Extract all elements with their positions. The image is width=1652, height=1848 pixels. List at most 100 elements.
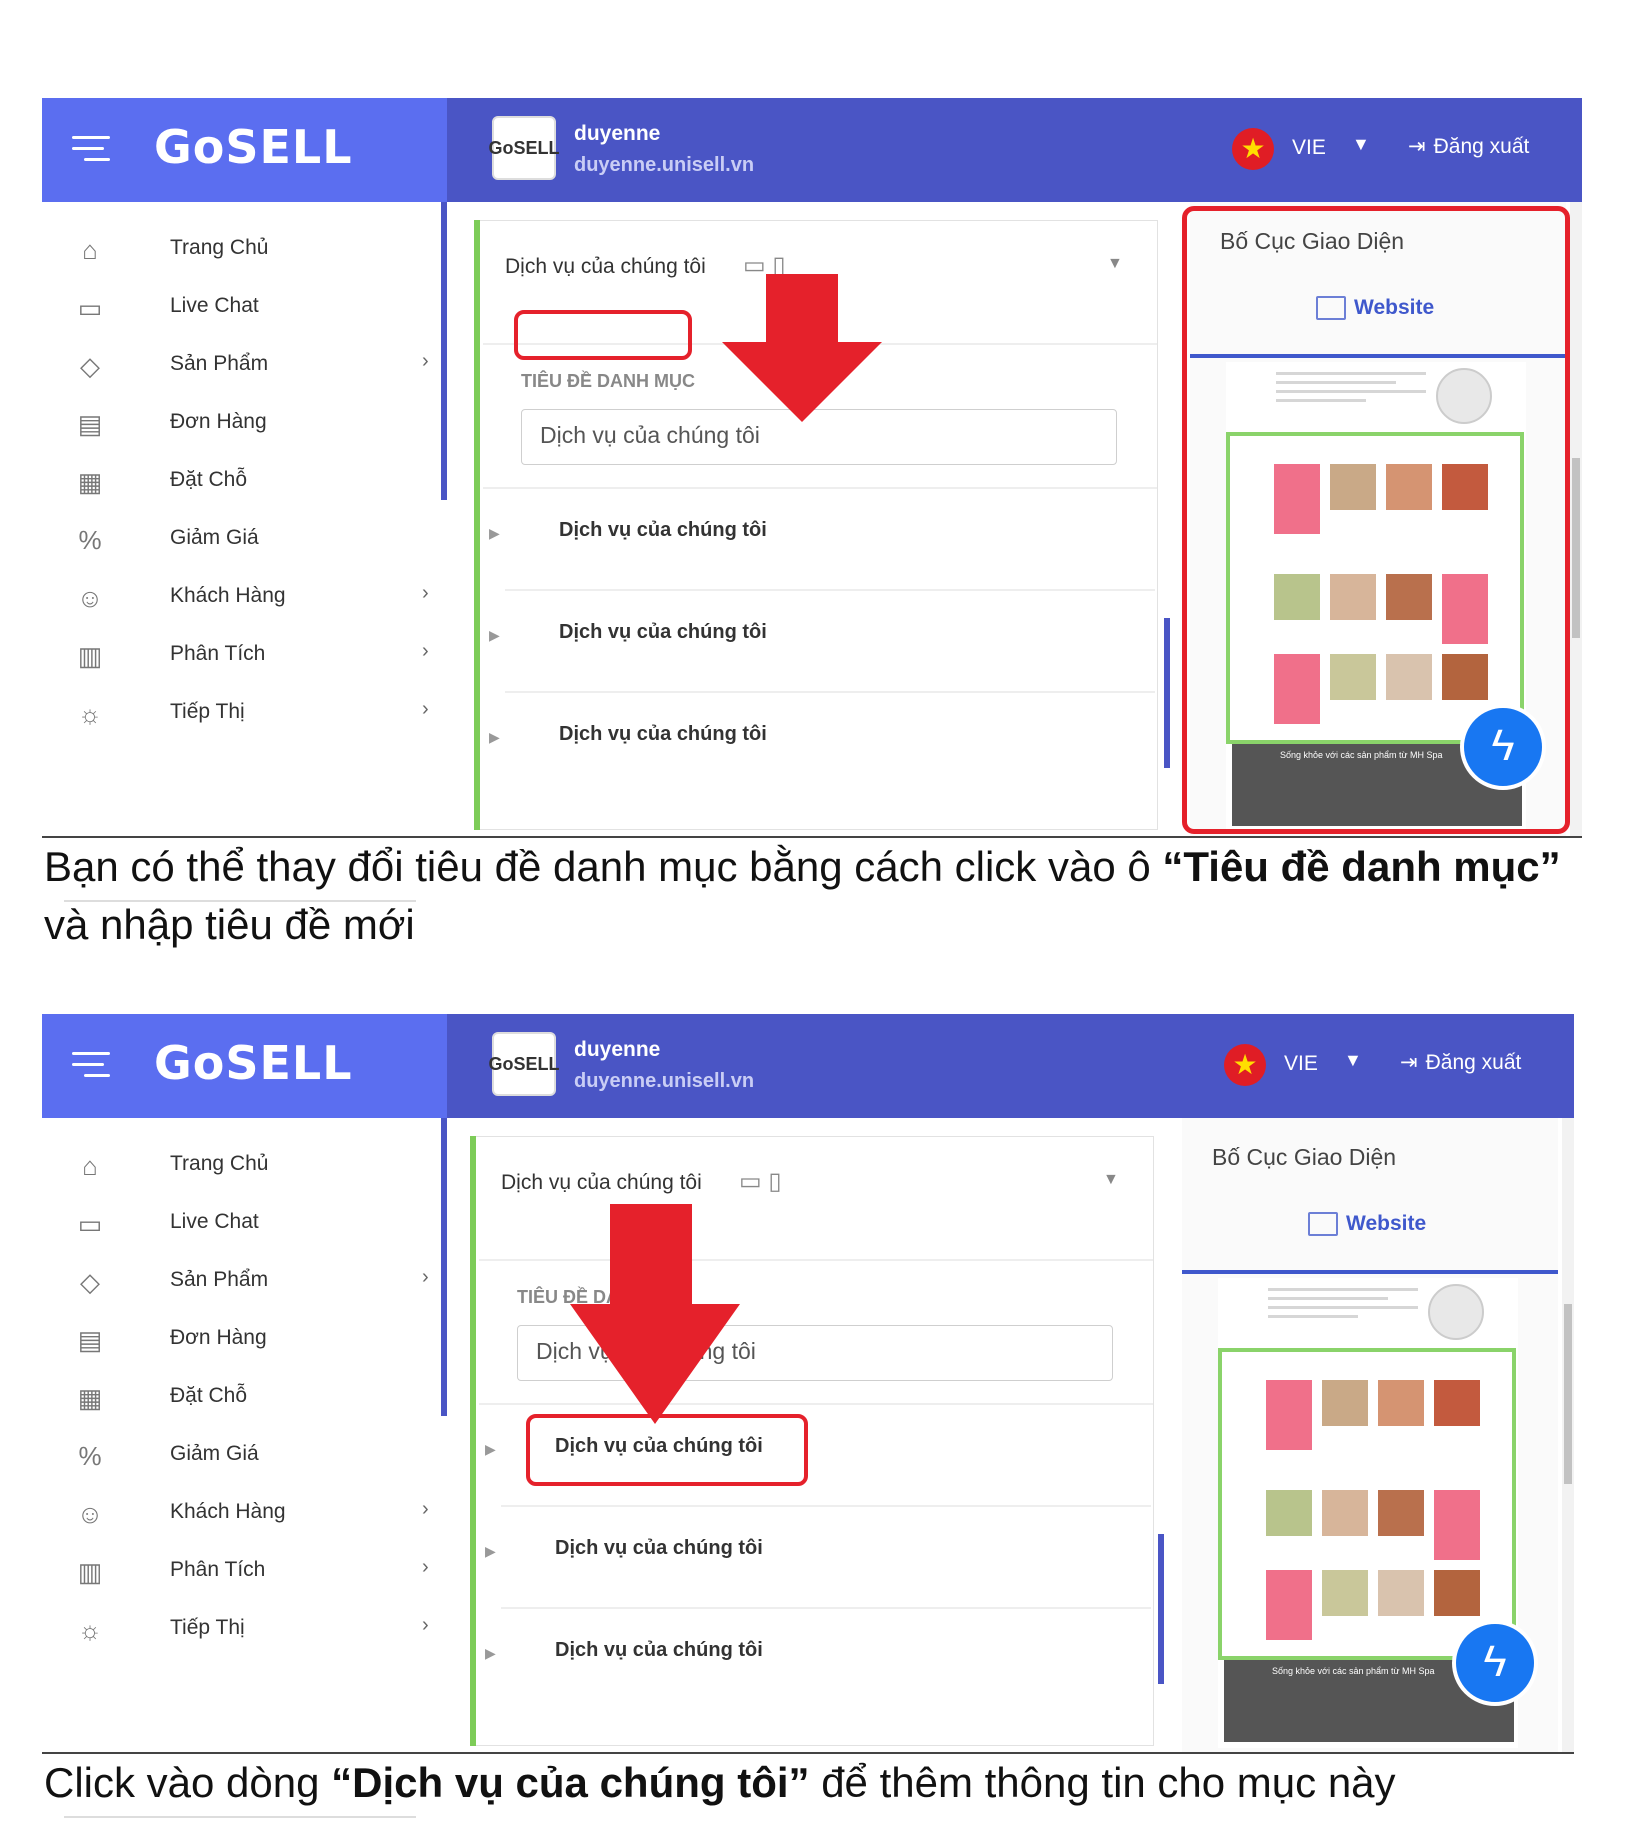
top-header: GoSELL GoSELL duyenne duyenne.unisell.vn…: [42, 1014, 1574, 1118]
sidebar-item-dat-cho[interactable]: ▦ Đặt Chỗ: [72, 464, 442, 524]
expand-icon[interactable]: ▶: [485, 1543, 496, 1560]
editor-scrollbar[interactable]: [1158, 1534, 1164, 1684]
menu-icon[interactable]: [72, 136, 110, 164]
red-arrow-icon: [570, 1204, 740, 1424]
screenshot-panel-1: GoSELL GoSELL duyenne duyenne.unisell.vn…: [42, 98, 1582, 902]
sidebar-item-giam-gia[interactable]: % Giảm Giá: [72, 1438, 442, 1498]
desktop-icon[interactable]: ▭: [739, 1168, 762, 1195]
store-url[interactable]: duyenne.unisell.vn: [574, 1070, 754, 1093]
chevron-right-icon: ›: [422, 1498, 429, 1520]
chevron-right-icon: ›: [422, 698, 429, 720]
expand-icon[interactable]: ▶: [489, 729, 500, 746]
brand-logo[interactable]: GoSELL: [154, 1036, 353, 1090]
sidebar: ⌂ Trang Chủ ▭ Live Chat ◇ Sản Phẩm › ▤ Đơn Hà…: [42, 1118, 447, 1818]
logout-icon: ⇥: [1408, 135, 1426, 158]
calendar-icon: ▦: [77, 467, 103, 497]
dropdown-arrow-icon[interactable]: ▼: [1107, 255, 1123, 273]
sidebar-item-giam-gia[interactable]: % Giảm Giá: [72, 522, 442, 582]
highlight-layout-panel: [1182, 206, 1570, 834]
chevron-down-icon[interactable]: ▼: [1352, 134, 1370, 155]
store-url[interactable]: duyenne.unisell.vn: [574, 154, 754, 177]
chevron-right-icon: ›: [422, 350, 429, 372]
preview-header: [1218, 1278, 1518, 1340]
logout-button[interactable]: ⇥ Đăng xuất: [1408, 134, 1529, 159]
sidebar-scrollbar[interactable]: [441, 1118, 447, 1416]
browser-icon: [1308, 1212, 1338, 1237]
bulb-icon: ☼: [78, 1615, 102, 1645]
highlight-field-label: [514, 310, 692, 360]
sidebar-item-dat-cho[interactable]: ▦ Đặt Chỗ: [72, 1380, 442, 1440]
vietnam-flag-icon[interactable]: ★: [1224, 1044, 1266, 1086]
section-accent-bar: [470, 1136, 476, 1746]
tab-website[interactable]: Website: [1308, 1212, 1426, 1237]
sidebar-item-trang-chu[interactable]: ⌂ Trang Chủ: [72, 1148, 442, 1208]
preview-scroll-thumb[interactable]: [1572, 458, 1580, 638]
sidebar-item-phan-tich[interactable]: ▥ Phân Tích ›: [72, 1554, 442, 1614]
field-label: TIÊU ĐỀ DANH MỤC: [521, 371, 695, 391]
language-label[interactable]: VIE: [1292, 136, 1326, 160]
sidebar-item-trang-chu[interactable]: ⌂ Trang Chủ: [72, 232, 442, 292]
caption-2: Click vào dòng “Dịch vụ của chúng tôi” đ…: [44, 1759, 1396, 1806]
expand-icon[interactable]: ▶: [485, 1645, 496, 1662]
percent-icon: %: [78, 1441, 102, 1471]
calendar-icon: ▦: [77, 1383, 103, 1413]
sidebar-scrollbar[interactable]: [441, 202, 447, 500]
expand-icon[interactable]: ▶: [489, 525, 500, 542]
expand-icon[interactable]: ▶: [489, 627, 500, 644]
sidebar-item-san-pham[interactable]: ◇ Sản Phẩm ›: [72, 348, 442, 408]
tab-underline: [1182, 1270, 1558, 1274]
red-arrow-icon: [722, 274, 882, 422]
sidebar-item-phan-tich[interactable]: ▥ Phân Tích ›: [72, 638, 442, 698]
sidebar-item-don-hang[interactable]: ▤ Đơn Hàng: [72, 406, 442, 466]
messenger-icon[interactable]: ϟ: [1452, 1620, 1538, 1706]
receipt-icon: ▤: [77, 409, 103, 439]
sidebar-item-san-pham[interactable]: ◇ Sản Phẩm ›: [72, 1264, 442, 1324]
section-title[interactable]: Dịch vụ của chúng tôi: [501, 1171, 702, 1195]
section-title[interactable]: Dịch vụ của chúng tôi: [505, 255, 706, 279]
sidebar-item-live-chat[interactable]: ▭ Live Chat: [72, 290, 442, 350]
sidebar-item-khach-hang[interactable]: ☺ Khách Hàng ›: [72, 1496, 442, 1556]
store-logo: GoSELL: [489, 1032, 560, 1096]
vietnam-flag-icon[interactable]: ★: [1232, 128, 1274, 170]
spa-stone-image: [1428, 1284, 1484, 1340]
mobile-icon[interactable]: ▯: [768, 1168, 781, 1195]
chat-icon: ▭: [77, 293, 103, 323]
chevron-down-icon[interactable]: ▼: [1344, 1050, 1362, 1071]
preview-selected-section[interactable]: [1218, 1348, 1516, 1660]
layout-title: Bố Cục Giao Diện: [1212, 1144, 1397, 1170]
brand-logo[interactable]: GoSELL: [154, 120, 353, 174]
sidebar-item-don-hang[interactable]: ▤ Đơn Hàng: [72, 1322, 442, 1382]
list-item[interactable]: ▶ Dịch vụ của chúng tôi: [483, 489, 1157, 589]
store-name: duyenne: [574, 122, 661, 145]
device-icons: ▭ ▯: [739, 1167, 782, 1196]
chevron-right-icon: ›: [422, 640, 429, 662]
language-label[interactable]: VIE: [1284, 1052, 1318, 1076]
sidebar-item-tiep-thi[interactable]: ☼ Tiếp Thị ›: [72, 696, 442, 756]
expand-icon[interactable]: ▶: [485, 1441, 496, 1458]
highlight-first-row: [526, 1414, 808, 1486]
menu-icon[interactable]: [72, 1052, 110, 1080]
tag-icon: ◇: [80, 1267, 100, 1297]
chart-icon: ▥: [77, 641, 103, 671]
receipt-icon: ▤: [77, 1325, 103, 1355]
bulb-icon: ☼: [78, 699, 102, 729]
editor-scrollbar[interactable]: [1164, 618, 1170, 768]
home-icon: ⌂: [82, 235, 98, 265]
dropdown-arrow-icon[interactable]: ▼: [1103, 1171, 1119, 1189]
chart-icon: ▥: [77, 1557, 103, 1587]
sidebar-item-live-chat[interactable]: ▭ Live Chat: [72, 1206, 442, 1266]
chevron-right-icon: ›: [422, 582, 429, 604]
list-item[interactable]: ▶ Dịch vụ của chúng tôi: [483, 693, 1157, 793]
users-icon: ☺: [76, 1499, 104, 1529]
preview-scroll-thumb[interactable]: [1564, 1304, 1572, 1484]
home-icon: ⌂: [82, 1151, 98, 1181]
chevron-right-icon: ›: [422, 1614, 429, 1636]
list-item[interactable]: ▶ Dịch vụ của chúng tôi: [479, 1507, 1153, 1607]
sidebar-item-tiep-thi[interactable]: ☼ Tiếp Thị ›: [72, 1612, 442, 1672]
list-item[interactable]: ▶ Dịch vụ của chúng tôi: [479, 1609, 1153, 1709]
logout-button[interactable]: ⇥ Đăng xuất: [1400, 1050, 1521, 1075]
tag-icon: ◇: [80, 351, 100, 381]
sidebar-item-khach-hang[interactable]: ☺ Khách Hàng ›: [72, 580, 442, 640]
list-item[interactable]: ▶ Dịch vụ của chúng tôi: [483, 591, 1157, 691]
logout-icon: ⇥: [1400, 1051, 1418, 1074]
